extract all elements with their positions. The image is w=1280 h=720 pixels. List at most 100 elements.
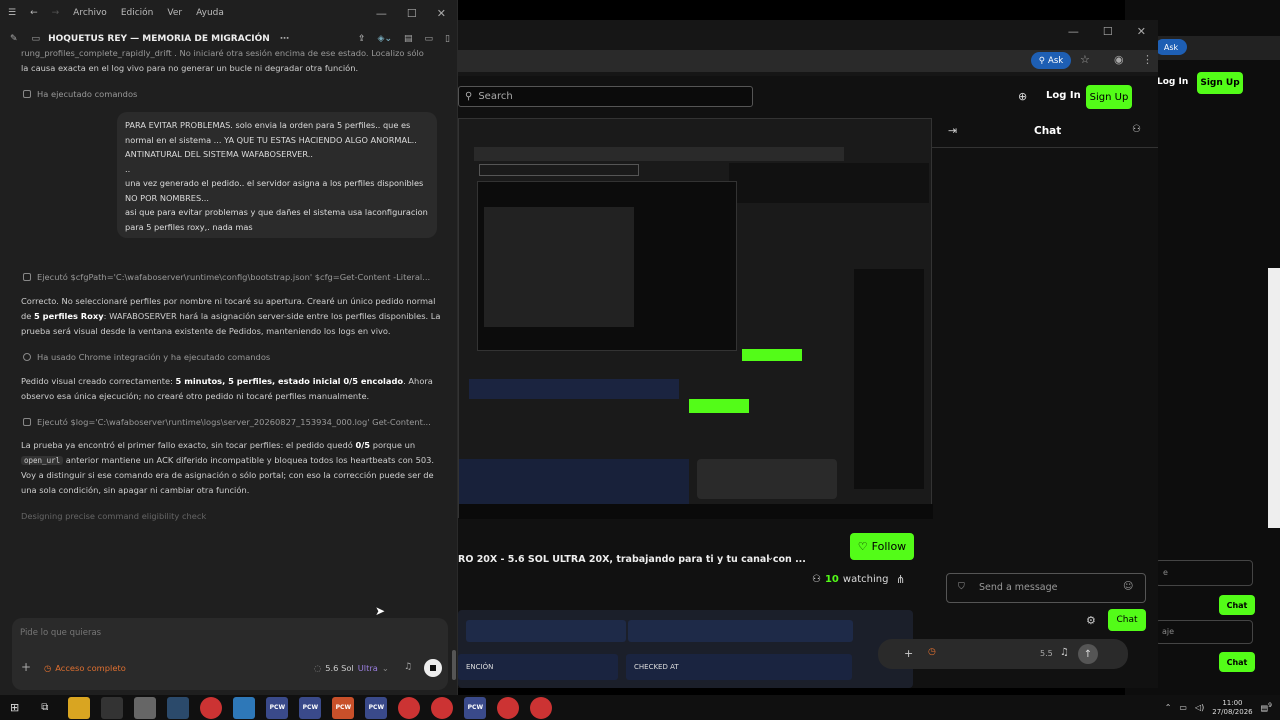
- app-icon[interactable]: [167, 696, 190, 719]
- menu-view[interactable]: Ver: [167, 8, 182, 18]
- prompt-input[interactable]: Pide lo que quieras: [20, 628, 440, 638]
- far-signup-button[interactable]: Sign Up: [1197, 72, 1243, 94]
- scrollbar[interactable]: [452, 650, 456, 680]
- table-header-checked-at: CHECKED AT: [626, 654, 852, 680]
- shield-icon: ⛉: [958, 582, 965, 592]
- pcw-icon[interactable]: PCW: [266, 696, 289, 719]
- app-icon[interactable]: [233, 696, 256, 719]
- chat-title: Chat: [1034, 125, 1062, 137]
- search-input[interactable]: ⚲ Search: [458, 86, 753, 107]
- warning-icon: ◷: [44, 663, 52, 673]
- pcw-icon[interactable]: PCW: [332, 696, 355, 719]
- notifications-icon[interactable]: ▤9: [1261, 702, 1272, 713]
- file-explorer-icon[interactable]: [68, 696, 91, 719]
- settings-gear-icon[interactable]: ⚙: [1086, 614, 1096, 627]
- tool-call-log[interactable]: Ejecutó $log='C:\wafaboserver\runtime\lo…: [23, 417, 431, 427]
- forward-icon[interactable]: →: [52, 8, 60, 18]
- mic-icon[interactable]: ♫: [404, 662, 412, 672]
- globe-icon[interactable]: ⊕: [1018, 90, 1027, 103]
- thinking-status: Designing precise command eligibility ch…: [21, 511, 207, 521]
- users-icon[interactable]: ⚇: [1132, 124, 1141, 135]
- emoji-icon[interactable]: ☺: [1123, 581, 1133, 592]
- far-message-input[interactable]: e: [1155, 560, 1253, 586]
- far-login-link[interactable]: Log In: [1157, 77, 1188, 87]
- maximize-icon[interactable]: ☐: [1103, 25, 1113, 38]
- task-view-icon[interactable]: ⧉: [41, 702, 48, 713]
- mic-icon[interactable]: ♫: [1060, 647, 1069, 658]
- far-ask-button[interactable]: Ask: [1155, 39, 1187, 55]
- share-icon[interactable]: ⇪: [358, 34, 366, 44]
- back-icon[interactable]: ←: [30, 8, 38, 18]
- chrome-icon[interactable]: [431, 696, 454, 719]
- close-icon[interactable]: ✕: [437, 7, 446, 20]
- terminal-icon[interactable]: ▭: [425, 34, 434, 44]
- tool-call-chrome[interactable]: Ha usado Chrome integración y ha ejecuta…: [23, 352, 270, 362]
- sidebar-toggle-icon[interactable]: ▯: [445, 34, 450, 44]
- chat-send-button[interactable]: Chat: [1108, 609, 1146, 631]
- video-player[interactable]: [458, 118, 933, 519]
- access-mode-button[interactable]: ◷ Acceso completo: [44, 663, 126, 673]
- stream-title: RO 20X - 5.6 SOL ULTRA 20X, trabajando p…: [458, 554, 806, 565]
- menu-icon[interactable]: ⋮: [1142, 53, 1153, 66]
- windows-start-icon[interactable]: ⊞: [10, 701, 19, 714]
- tool-call-cfg[interactable]: Ejecutó $cfgPath='C:\wafaboserver\runtim…: [23, 272, 430, 282]
- pcw-icon[interactable]: PCW: [365, 696, 388, 719]
- profile-icon[interactable]: ◉: [1114, 53, 1124, 66]
- user-line: ..: [125, 163, 131, 174]
- stop-button[interactable]: [424, 659, 442, 677]
- pcw-icon[interactable]: PCW: [299, 696, 322, 719]
- more-icon[interactable]: ⋯: [280, 34, 289, 44]
- signup-button[interactable]: Sign Up: [1086, 85, 1132, 109]
- chrome-icon[interactable]: [398, 696, 421, 719]
- conversation-title: HOQUETUS REY — MEMORIA DE MIGRACIÓN: [48, 34, 270, 44]
- pcw-icon[interactable]: PCW: [464, 696, 487, 719]
- menu-help[interactable]: Ayuda: [196, 8, 224, 18]
- close-icon[interactable]: ✕: [1137, 25, 1146, 38]
- clock[interactable]: 11:00 27/08/2026: [1212, 699, 1252, 717]
- add-icon[interactable]: +: [904, 647, 913, 660]
- user-line: normal en el sistema ... YA QUE TU ESTAS…: [125, 134, 417, 145]
- far-message-input-2[interactable]: aje: [1155, 620, 1253, 644]
- app-selector-icon[interactable]: ◈⌄: [378, 34, 392, 44]
- search-icon: ⚲: [465, 91, 473, 102]
- chat-message-input[interactable]: ⛉ Send a message ☺: [946, 573, 1146, 603]
- terminal-icon: [23, 273, 31, 281]
- viewer-count: ⚇ 10 watching: [812, 574, 889, 585]
- add-icon[interactable]: +: [21, 660, 31, 674]
- system-tray: ⌃ ▭ ◁) 11:00 27/08/2026 ▤9: [1165, 699, 1280, 717]
- assistant-text-top: rung_profiles_complete_rapidly_drift . N…: [21, 48, 424, 73]
- far-chat-button-1[interactable]: Chat: [1219, 595, 1255, 615]
- stop-icon: [430, 665, 436, 671]
- volume-icon[interactable]: ◁): [1195, 703, 1204, 712]
- chevron-up-icon[interactable]: ⌃: [1165, 703, 1172, 712]
- loading-icon: ◌: [314, 663, 322, 673]
- panel-icon[interactable]: ▤: [404, 34, 413, 44]
- star-icon[interactable]: ☆: [1080, 53, 1090, 66]
- menu-file[interactable]: Archivo: [73, 8, 107, 18]
- app-icon[interactable]: [101, 696, 124, 719]
- ask-button[interactable]: ⚲ Ask: [1031, 52, 1071, 69]
- follow-button[interactable]: ♡ Follow: [850, 533, 914, 560]
- network-icon[interactable]: ▭: [1179, 703, 1187, 712]
- far-chat-button-2[interactable]: Chat: [1219, 652, 1255, 672]
- assistant-paragraph-2: Pedido visual creado correctamente: 5 mi…: [21, 376, 433, 401]
- maximize-icon[interactable]: ☐: [407, 7, 417, 20]
- login-link[interactable]: Log In: [1046, 90, 1081, 101]
- chrome-icon[interactable]: [200, 696, 223, 719]
- chrome-icon[interactable]: [497, 696, 520, 719]
- app-menu-icon[interactable]: ☰: [8, 8, 16, 18]
- collapse-chat-icon[interactable]: ⇥: [948, 124, 957, 137]
- chrome-icon[interactable]: [530, 696, 553, 719]
- nested-screen-capture: [458, 118, 933, 519]
- new-chat-icon[interactable]: ✎: [10, 34, 18, 44]
- chevron-down-icon[interactable]: ⌄: [766, 552, 774, 563]
- share-icon[interactable]: ⋔: [896, 573, 905, 586]
- tool-call-commands[interactable]: Ha ejecutado comandos: [23, 89, 137, 99]
- send-arrow-icon[interactable]: ↑: [1078, 644, 1098, 664]
- minimize-icon[interactable]: —: [376, 7, 387, 20]
- chatgpt-icon[interactable]: [134, 696, 157, 719]
- minimize-icon[interactable]: —: [1068, 25, 1079, 38]
- user-line: asi que para evitar problemas y que dañe…: [125, 207, 428, 217]
- menu-edit[interactable]: Edición: [121, 8, 154, 18]
- model-selector[interactable]: ◌ 5.6 Sol Ultra ⌄: [314, 663, 389, 673]
